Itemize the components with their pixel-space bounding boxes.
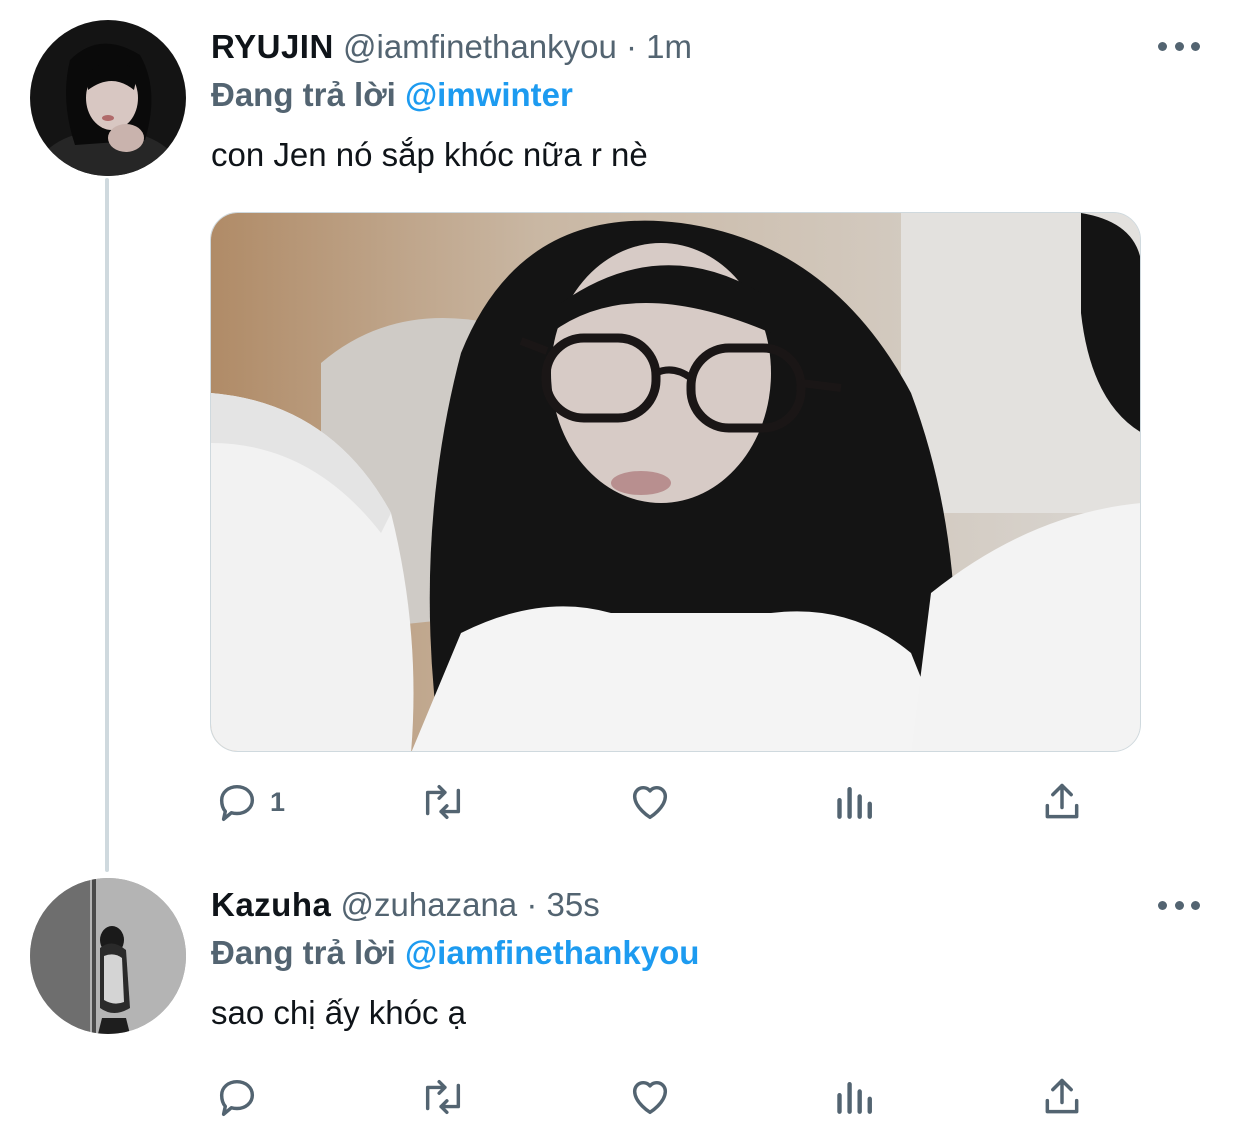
tweet-text: con Jen nó sắp khóc nữa r nè bbox=[211, 136, 648, 173]
like-icon bbox=[626, 1074, 674, 1120]
replying-to-label: Đang trả lời bbox=[211, 76, 396, 113]
separator-dot: · bbox=[526, 886, 538, 923]
timestamp[interactable]: 35s bbox=[547, 886, 600, 923]
analytics-button[interactable] bbox=[834, 1067, 878, 1127]
reply-button[interactable]: 1 bbox=[214, 772, 285, 832]
user-handle[interactable]: @zuhazana bbox=[341, 886, 518, 923]
avatar-kazuha[interactable] bbox=[30, 878, 186, 1034]
replying-to: Đang trả lời @iamfinethankyou bbox=[211, 933, 699, 973]
replying-to: Đang trả lời @imwinter bbox=[211, 75, 573, 115]
analytics-icon bbox=[834, 1074, 878, 1120]
mention-link[interactable]: @iamfinethankyou bbox=[405, 934, 699, 971]
tweet-1[interactable]: RYUJIN @iamfinethankyou · 1m Đang trả lờ… bbox=[0, 0, 1242, 870]
display-name[interactable]: Kazuha bbox=[211, 886, 331, 923]
user-handle[interactable]: @iamfinethankyou bbox=[343, 28, 617, 65]
like-icon bbox=[626, 779, 674, 825]
analytics-icon bbox=[834, 779, 878, 825]
like-button[interactable] bbox=[626, 772, 674, 832]
separator-dot: · bbox=[625, 28, 637, 65]
tweet-2[interactable]: Kazuha @zuhazana · 35s Đang trả lời @iam… bbox=[0, 870, 1242, 1148]
share-icon bbox=[1040, 779, 1084, 825]
tweet-actions bbox=[0, 1067, 1242, 1127]
more-icon[interactable] bbox=[1158, 36, 1200, 56]
retweet-button[interactable] bbox=[418, 772, 468, 832]
reply-count: 1 bbox=[270, 786, 286, 817]
more-icon[interactable] bbox=[1158, 895, 1200, 915]
share-icon bbox=[1040, 1074, 1084, 1120]
tweet-thread: RYUJIN @iamfinethankyou · 1m Đang trả lờ… bbox=[0, 0, 1242, 1148]
reply-icon bbox=[214, 779, 260, 825]
share-button[interactable] bbox=[1040, 1067, 1084, 1127]
tweet-actions: 1 bbox=[0, 772, 1242, 832]
retweet-icon bbox=[418, 779, 468, 825]
share-button[interactable] bbox=[1040, 772, 1084, 832]
tweet-header: RYUJIN @iamfinethankyou · 1m bbox=[211, 27, 692, 67]
analytics-button[interactable] bbox=[834, 772, 878, 832]
retweet-icon bbox=[418, 1074, 468, 1120]
like-button[interactable] bbox=[626, 1067, 674, 1127]
tweet-header: Kazuha @zuhazana · 35s bbox=[211, 885, 600, 925]
reply-button[interactable] bbox=[214, 1067, 270, 1127]
mention-link[interactable]: @imwinter bbox=[405, 76, 573, 113]
replying-to-label: Đang trả lời bbox=[211, 934, 396, 971]
reply-icon bbox=[214, 1074, 260, 1120]
tweet-photo[interactable] bbox=[210, 212, 1141, 752]
tweet-text: sao chị ấy khóc ạ bbox=[211, 994, 466, 1031]
avatar-ryujin[interactable] bbox=[30, 20, 186, 176]
timestamp[interactable]: 1m bbox=[646, 28, 692, 65]
retweet-button[interactable] bbox=[418, 1067, 468, 1127]
display-name[interactable]: RYUJIN bbox=[211, 28, 334, 65]
